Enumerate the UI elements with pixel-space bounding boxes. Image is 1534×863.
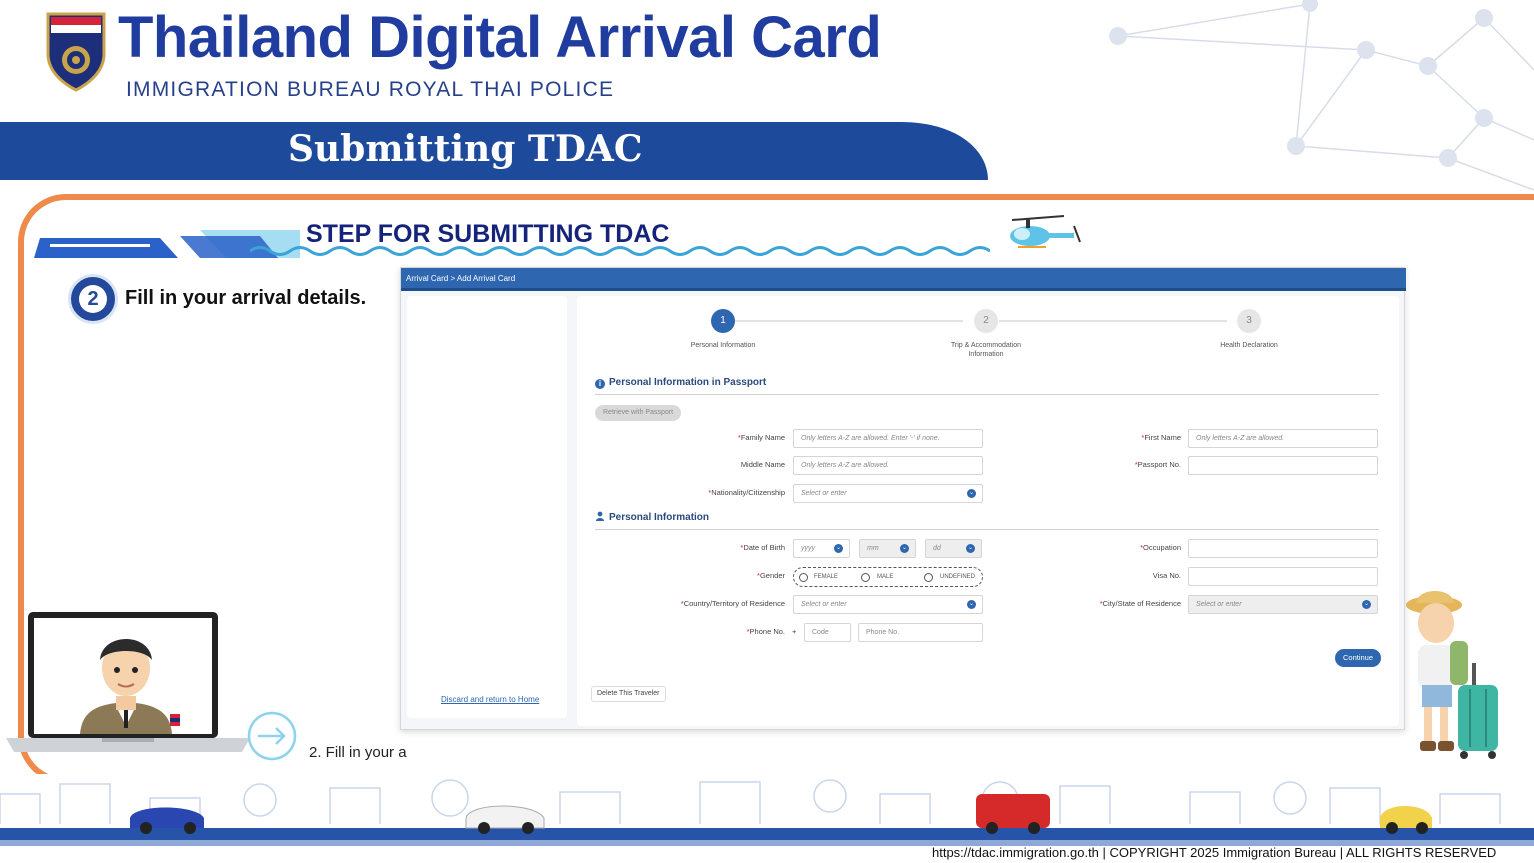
section-passport-title: i Personal Information in Passport	[595, 377, 766, 389]
section-passport-label: Personal Information in Passport	[609, 377, 767, 388]
city-label: *City/State of Residence	[1099, 599, 1181, 608]
arrow-right-icon	[247, 711, 297, 761]
page-subtitle: IMMIGRATION BUREAU ROYAL THAI POLICE	[126, 78, 615, 101]
gender-male-label: MALE	[877, 574, 894, 580]
dob-label: *Date of Birth	[740, 543, 785, 552]
nationality-label: *Nationality/Citizenship	[708, 488, 785, 497]
city-select[interactable]: Select or enter ⌄	[1188, 595, 1378, 614]
occupation-label: *Occupation	[1140, 543, 1181, 552]
helicopter-icon	[1010, 215, 1081, 248]
visa-no-label: Visa No.	[1152, 571, 1181, 580]
step-heading: STEP FOR SUBMITTING TDAC	[306, 220, 670, 248]
street-scene-decoration	[0, 774, 1534, 846]
dob-month-select[interactable]: mm ⌄	[859, 539, 916, 558]
phone-label: *Phone No.	[746, 627, 785, 636]
section-personal-label: Personal Information	[609, 512, 710, 523]
visa-no-input[interactable]	[1188, 567, 1378, 586]
chevron-down-icon: ⌄	[967, 489, 976, 498]
left-panel: Discard and return to Home	[407, 296, 567, 718]
stepper-label-3: Health Declaration	[1220, 342, 1278, 349]
step-number-badge: 2	[68, 274, 118, 324]
gender-label: *Gender	[757, 571, 785, 580]
first-name-input[interactable]: Only letters A-Z are allowed.	[1188, 429, 1378, 448]
family-name-label: *Family Name	[737, 433, 785, 442]
country-select[interactable]: Select or enter ⌄	[793, 595, 983, 614]
form-screenshot: Arrival Card > Add Arrival Card Discard …	[400, 267, 1406, 730]
network-pattern-decoration	[1109, 0, 1534, 191]
info-icon: i	[595, 379, 605, 389]
divider	[595, 394, 1379, 395]
chevron-down-icon: ⌄	[834, 544, 843, 553]
form-panel: 1 2 3 Personal Information Trip & Accomm…	[577, 296, 1399, 726]
stepper-label-2: Trip & Accommodation Information	[950, 342, 1022, 358]
video-caption: 2. Fill in your a	[309, 744, 407, 761]
chevron-down-icon: ⌄	[966, 544, 975, 553]
first-name-label: *First Name	[1141, 433, 1181, 442]
laptop-officer-illustration	[6, 612, 250, 752]
family-name-input[interactable]: Only letters A-Z are allowed. Enter '-' …	[793, 429, 983, 448]
footer-copyright: https://tdac.immigration.go.th | COPYRIG…	[932, 845, 1497, 860]
stepper-step-3[interactable]: 3	[1237, 309, 1261, 333]
stepper-step-1[interactable]: 1	[711, 309, 735, 333]
stepper-step-2[interactable]: 2	[974, 309, 998, 333]
gender-undefined-label: UNDEFINED	[940, 574, 976, 580]
police-emblem-logo	[46, 12, 106, 92]
middle-name-input[interactable]: Only letters A-Z are allowed.	[793, 456, 983, 475]
nationality-select[interactable]: Select or enter ⌄	[793, 484, 983, 503]
retrieve-passport-button[interactable]: Retrieve with Passport	[595, 405, 682, 421]
phone-number-input[interactable]: Phone No.	[858, 623, 983, 642]
phone-plus-sign: +	[792, 627, 797, 636]
gender-female-radio[interactable]	[799, 573, 808, 582]
chevron-down-icon: ⌄	[967, 600, 976, 609]
slide: Thailand Digital Arrival Card IMMIGRATIO…	[0, 0, 1534, 863]
stepper-label-1: Personal Information	[690, 342, 756, 349]
banner-title: Submitting TDAC	[288, 128, 643, 170]
passport-no-label: *Passport No.	[1134, 460, 1181, 469]
stepper-line	[735, 320, 963, 322]
step-number: 2	[79, 285, 107, 313]
person-icon	[596, 511, 604, 521]
gender-undefined-radio[interactable]	[924, 573, 933, 582]
stepper-line	[999, 320, 1227, 322]
discard-link[interactable]: Discard and return to Home	[441, 695, 539, 704]
country-label: *Country/Territory of Residence	[680, 599, 785, 608]
chevron-down-icon: ⌄	[1362, 600, 1371, 609]
occupation-input[interactable]	[1188, 539, 1378, 558]
divider	[595, 529, 1379, 530]
passport-no-input[interactable]	[1188, 456, 1378, 475]
page-title: Thailand Digital Arrival Card	[118, 5, 882, 70]
gender-male-radio[interactable]	[861, 573, 870, 582]
middle-name-label: Middle Name	[740, 460, 785, 469]
continue-button[interactable]: Continue	[1335, 649, 1382, 667]
gender-female-label: FEMALE	[814, 574, 839, 580]
traveler-illustration	[1406, 591, 1498, 759]
gender-radio-group: FEMALE MALE UNDEFINED	[793, 567, 983, 587]
dob-day-select[interactable]: dd ⌄	[925, 539, 982, 558]
section-personal-title: Personal Information	[595, 511, 709, 523]
dob-year-select[interactable]: yyyy ⌄	[793, 539, 850, 558]
delete-traveler-button[interactable]: Delete This Traveler	[591, 686, 666, 702]
breadcrumb[interactable]: Arrival Card > Add Arrival Card	[401, 268, 1406, 291]
phone-code-input[interactable]: Code	[804, 623, 851, 642]
step-label: Fill in your arrival details.	[125, 287, 367, 309]
chevron-down-icon: ⌄	[900, 544, 909, 553]
